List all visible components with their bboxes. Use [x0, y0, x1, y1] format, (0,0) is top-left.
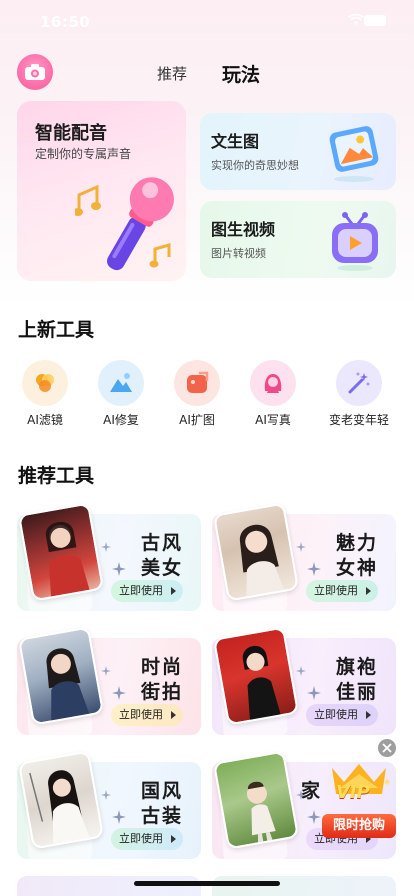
style-photo: [212, 502, 300, 602]
sparkle-icon: [296, 666, 306, 676]
feature-title: 文生图: [211, 132, 260, 151]
next-row-peek: [17, 876, 396, 896]
feature-title: 图生视频: [211, 220, 276, 239]
tool-ai-filter[interactable]: AI滤镜: [10, 360, 80, 428]
style-photo: [212, 750, 300, 850]
style-photo: [17, 626, 105, 726]
section-title-recommended: 推荐工具: [18, 465, 95, 487]
tool-label: AI滤镜: [27, 413, 63, 427]
card-title-line1: 古风: [140, 532, 183, 554]
recommend-card[interactable]: 时尚 街拍 立即使用: [17, 626, 201, 741]
promo-badge[interactable]: VIP 限时抢购: [322, 760, 396, 842]
feature-card-image-to-video[interactable]: 图生视频 图片转视频: [200, 201, 396, 278]
style-photo: [17, 750, 105, 850]
feature-title: 智能配音: [35, 123, 107, 144]
style-photo: [212, 626, 300, 726]
wifi-icon: [348, 14, 364, 25]
card-title-line1: 旗袍: [335, 656, 378, 678]
battery-icon: [364, 15, 386, 26]
card-title-line2: 古装: [140, 805, 183, 827]
camera-icon: [25, 64, 45, 80]
card-title-line2: 女神: [335, 557, 378, 579]
microphone-icon: [75, 177, 174, 271]
style-photo: [17, 502, 105, 602]
status-time: 16:50: [40, 13, 91, 31]
magic-wand-icon: [336, 360, 382, 406]
card-title-line1: 国风: [140, 780, 183, 802]
use-now-button[interactable]: 立即使用: [306, 704, 378, 726]
expand-image-icon: [174, 360, 220, 406]
sparkle-icon: [112, 686, 126, 700]
play-arrow-icon: [366, 711, 371, 719]
recommend-card[interactable]: 古风 美女 立即使用: [17, 502, 201, 617]
card-title-line2: 美女: [140, 557, 183, 579]
sparkle-icon: [307, 686, 321, 700]
recommend-card[interactable]: 旗袍 佳丽 立即使用: [212, 626, 396, 741]
play-arrow-icon: [171, 711, 176, 719]
landscape-icon: [98, 360, 144, 406]
sparkle-icon: [296, 542, 306, 552]
feature-subtitle: 定制你的专属声音: [35, 147, 132, 161]
card-title-line1: 家: [300, 780, 322, 802]
sparkle-icon: [101, 542, 111, 552]
sparkle-icon: [101, 666, 111, 676]
play-arrow-icon: [366, 587, 371, 595]
filter-icon: [22, 360, 68, 406]
promo-vip-text: VIP: [336, 782, 370, 803]
status-bar: 16:50: [0, 0, 414, 44]
image-icon: [329, 126, 379, 182]
feature-card-voice[interactable]: 智能配音 定制你的专属声音: [17, 101, 186, 281]
tool-label: AI修复: [103, 413, 139, 427]
use-now-button[interactable]: 立即使用: [111, 828, 183, 850]
play-arrow-icon: [171, 587, 176, 595]
card-title-line1: 魅力: [335, 532, 378, 554]
tool-label: AI写真: [255, 413, 291, 427]
close-promo-button[interactable]: [378, 739, 396, 757]
recommend-card[interactable]: 魅力 女神 立即使用: [212, 502, 396, 617]
tab-recommend[interactable]: 推荐: [157, 63, 187, 84]
recommend-card[interactable]: 国风 古装 立即使用: [17, 750, 201, 865]
section-title-new-tools: 上新工具: [18, 319, 95, 341]
tv-icon: [332, 212, 378, 271]
tool-ai-expand[interactable]: AI扩图: [162, 360, 232, 428]
tab-play[interactable]: 玩法: [222, 60, 260, 87]
use-now-button[interactable]: 立即使用: [306, 580, 378, 602]
feature-subtitle: 图片转视频: [211, 247, 266, 260]
feature-card-text-to-image[interactable]: 文生图 实现你的奇思妙想: [200, 113, 396, 190]
card-title-line2: 佳丽: [335, 681, 378, 703]
tool-label: 变老变年轻: [328, 413, 389, 427]
top-nav: 推荐 玩法: [0, 52, 414, 94]
sparkle-icon: [101, 790, 111, 800]
sparkle-icon: [112, 810, 126, 824]
card-title-line2: 街拍: [140, 681, 183, 703]
play-arrow-icon: [171, 835, 176, 843]
sparkle-icon: [112, 562, 126, 576]
use-now-button[interactable]: 立即使用: [111, 580, 183, 602]
home-indicator: [134, 881, 280, 886]
tool-label: AI扩图: [179, 413, 215, 427]
close-icon: [382, 743, 392, 753]
tool-ai-portrait[interactable]: AI写真: [238, 360, 308, 428]
use-now-button[interactable]: 立即使用: [111, 704, 183, 726]
tool-ai-repair[interactable]: AI修复: [86, 360, 156, 428]
sparkle-icon: [307, 810, 321, 824]
portrait-icon: [250, 360, 296, 406]
avatar[interactable]: [17, 54, 53, 90]
promo-label: 限时抢购: [322, 814, 396, 838]
feature-subtitle: 实现你的奇思妙想: [211, 159, 299, 172]
card-title-line1: 时尚: [140, 656, 183, 678]
tool-age-change[interactable]: 变老变年轻: [324, 360, 394, 428]
sparkle-icon: [307, 562, 321, 576]
